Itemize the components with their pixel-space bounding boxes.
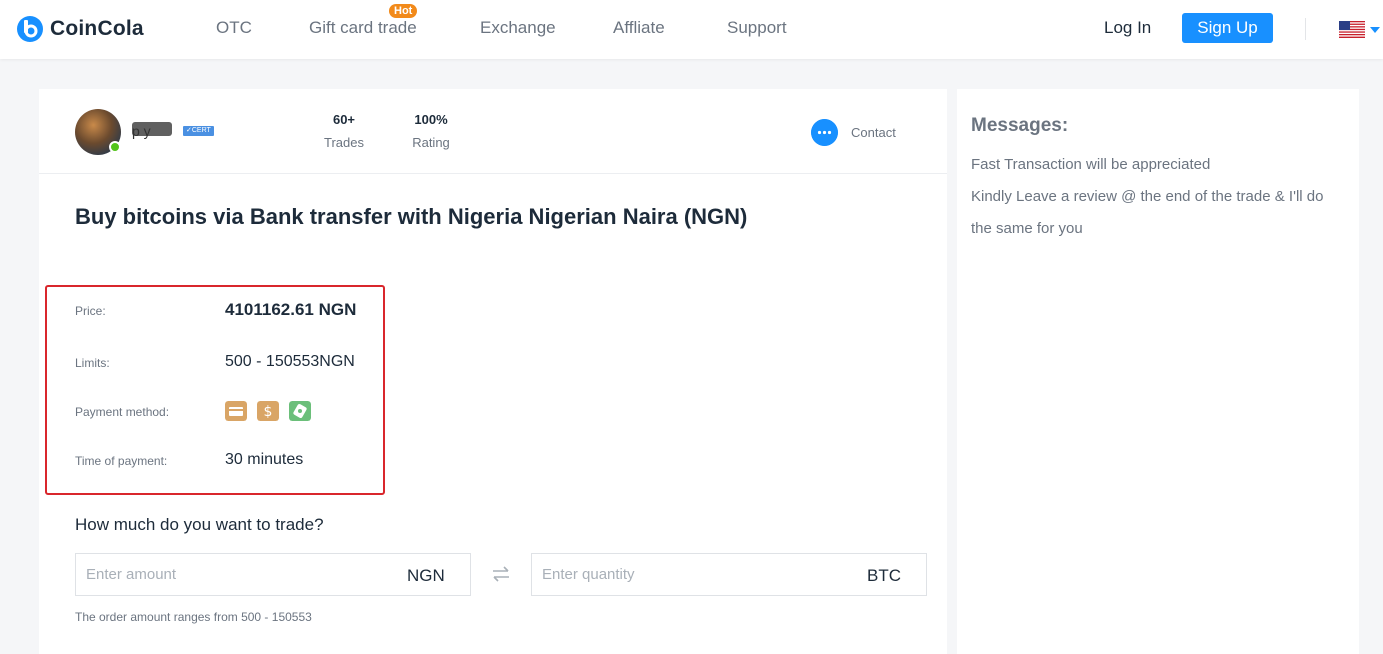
rating-value: 100% [414, 112, 448, 127]
mobile-money-icon [289, 401, 311, 421]
order-range-note: The order amount ranges from 500 - 15055… [75, 610, 312, 624]
messages-panel: Messages: Fast Transaction will be appre… [957, 89, 1359, 654]
amount-currency: NGN [407, 566, 445, 585]
us-flag-icon[interactable] [1339, 21, 1365, 38]
login-link[interactable]: Log In [1104, 18, 1151, 38]
trade-question: How much do you want to trade? [75, 515, 324, 534]
nav-affliate[interactable]: Affliate [613, 18, 665, 38]
time-of-payment-value: 30 minutes [225, 451, 304, 468]
hot-badge: Hot [389, 4, 418, 18]
trades-label: Trades [324, 135, 364, 150]
svg-text:$: $ [264, 404, 273, 420]
quantity-field: BTC [531, 553, 927, 596]
amount-input[interactable] [86, 554, 386, 595]
bank-card-icon [225, 401, 247, 421]
nav-support[interactable]: Support [727, 18, 787, 38]
language-dropdown-caret-icon[interactable] [1370, 27, 1380, 33]
brand-name: CoinCola [50, 17, 144, 40]
quantity-currency: BTC [867, 566, 901, 585]
coincola-logo[interactable]: CoinCola [16, 15, 144, 43]
time-of-payment-label: Time of payment: [75, 454, 168, 468]
offer-card: p y ✓CERT 60+ Trades 100% Rating Contact… [39, 89, 947, 654]
header-divider [1305, 18, 1306, 40]
limits-label: Limits: [75, 356, 110, 370]
nav-otc[interactable]: OTC [216, 18, 252, 38]
signup-button[interactable]: Sign Up [1182, 13, 1273, 43]
messages-title: Messages: [971, 115, 1069, 136]
cash-dollar-icon: $ [257, 401, 279, 421]
nav-exchange[interactable]: Exchange [480, 18, 556, 38]
message-line: Fast Transaction will be appreciated [971, 156, 1211, 173]
page-title: Buy bitcoins via Bank transfer with Nige… [75, 204, 748, 229]
price-value: 4101162.61 NGN [225, 300, 357, 319]
card-divider [39, 173, 947, 174]
quantity-input[interactable] [542, 554, 842, 595]
rating-label: Rating [412, 135, 450, 150]
limits-value: 500 - 150553NGN [225, 353, 355, 370]
contact-link[interactable]: Contact [851, 125, 896, 140]
message-line: Kindly Leave a review @ the end of the t… [971, 188, 1324, 237]
trader-username[interactable]: p y [132, 123, 151, 139]
nav-gift-card-trade[interactable]: Gift card trade [309, 18, 417, 38]
coincola-logo-icon [17, 16, 43, 42]
online-status-indicator [109, 141, 121, 153]
trades-count: 60+ [332, 112, 356, 127]
verified-cert-badge: ✓CERT [183, 126, 214, 136]
payment-method-label: Payment method: [75, 405, 170, 419]
cert-badge-text: CERT [191, 127, 211, 134]
price-label: Price: [75, 304, 106, 318]
amount-field: NGN [75, 553, 471, 596]
top-header: CoinCola OTC Gift card trade Hot Exchang… [0, 0, 1383, 59]
swap-arrows-icon[interactable] [491, 565, 511, 583]
chat-bubble-icon[interactable] [811, 119, 838, 146]
